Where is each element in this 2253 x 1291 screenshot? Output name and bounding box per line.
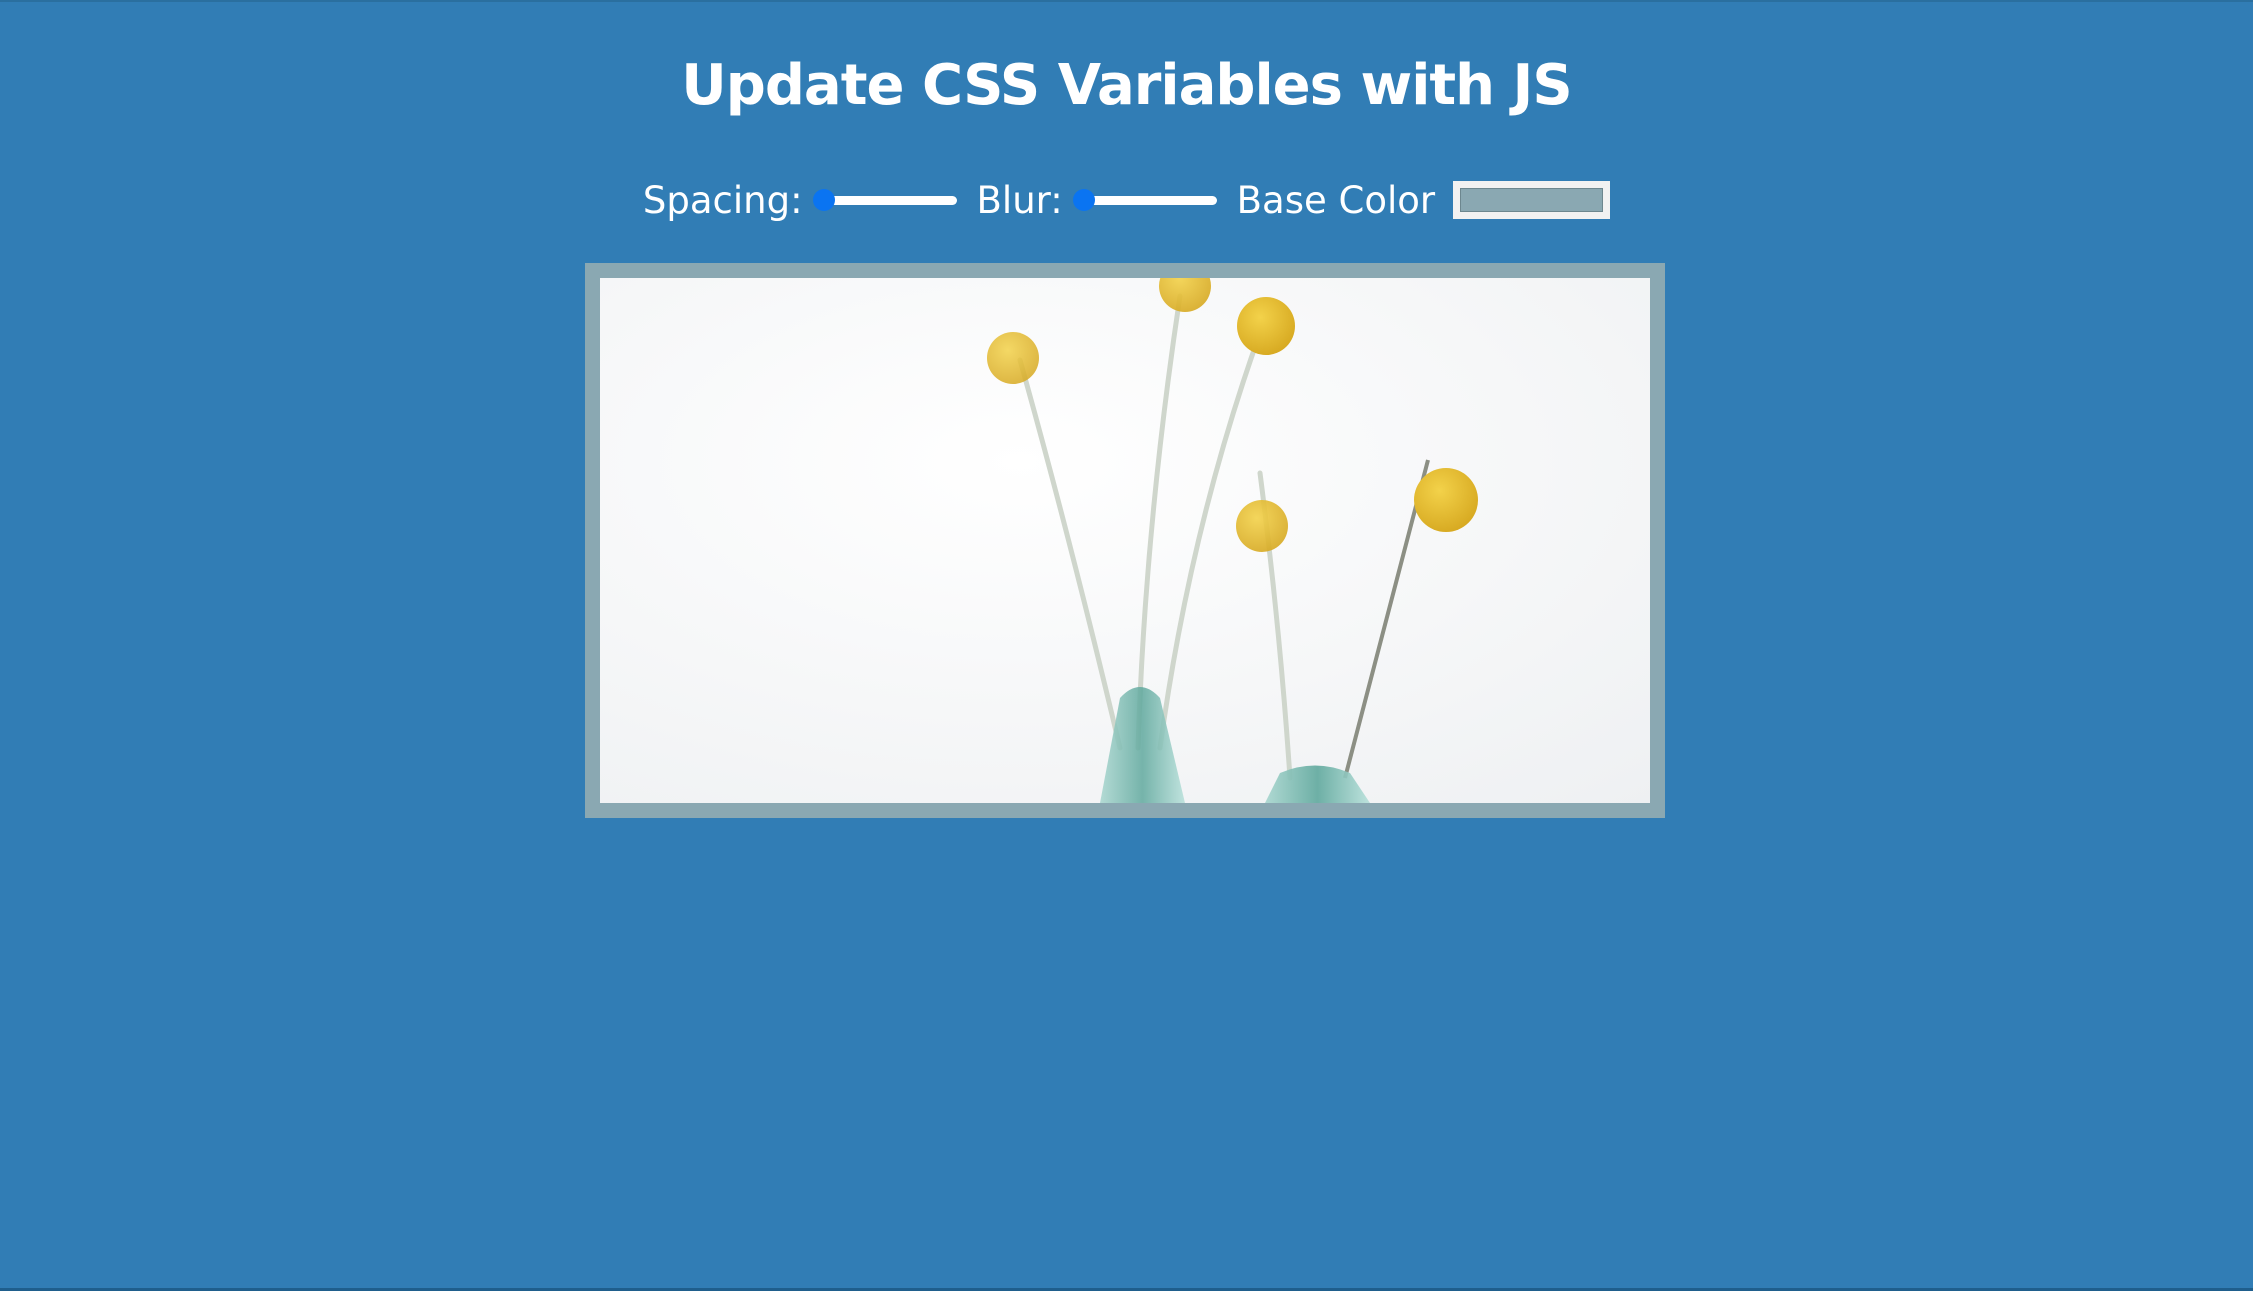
base-color-label: Base Color: [1236, 178, 1436, 222]
spacing-label: Spacing:: [642, 178, 803, 222]
spacing-slider[interactable]: [812, 187, 961, 213]
blur-slider-track: [1076, 196, 1217, 205]
page-title: Update CSS Variables with JS: [681, 53, 1572, 118]
spacing-slider-track: [816, 196, 957, 205]
image-frame: [585, 263, 1665, 818]
base-color-picker[interactable]: [1453, 181, 1611, 219]
blur-label: Blur:: [976, 178, 1063, 222]
controls-bar: Spacing: Blur: Base Color: [0, 170, 2253, 230]
flowers-photo-illustration: [600, 278, 1650, 803]
spacing-slider-thumb[interactable]: [812, 189, 835, 211]
base-color-swatch: [1460, 188, 1604, 212]
flowers-photo: [600, 278, 1650, 803]
blur-slider-thumb[interactable]: [1072, 189, 1095, 211]
blur-slider[interactable]: [1072, 187, 1221, 213]
top-border: [0, 0, 2253, 2]
